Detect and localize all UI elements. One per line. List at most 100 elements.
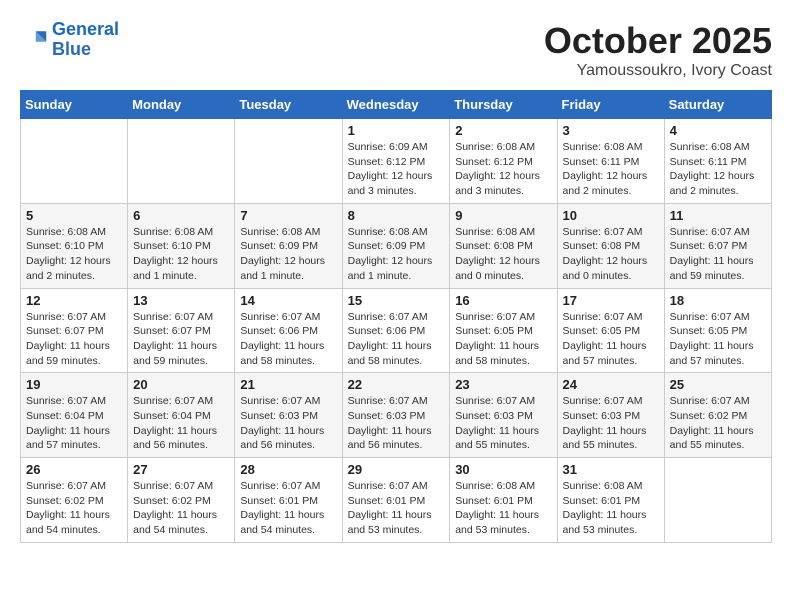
- day-number: 10: [563, 208, 659, 223]
- day-number: 9: [455, 208, 551, 223]
- day-info: Sunrise: 6:07 AM Sunset: 6:01 PM Dayligh…: [348, 479, 445, 538]
- day-number: 4: [670, 123, 766, 138]
- day-number: 25: [670, 377, 766, 392]
- day-info: Sunrise: 6:08 AM Sunset: 6:12 PM Dayligh…: [455, 140, 551, 199]
- day-info: Sunrise: 6:07 AM Sunset: 6:01 PM Dayligh…: [240, 479, 336, 538]
- calendar-cell: 18 Sunrise: 6:07 AM Sunset: 6:05 PM Dayli…: [664, 288, 771, 373]
- day-number: 18: [670, 293, 766, 308]
- logo-general: General: [52, 19, 119, 39]
- day-info: Sunrise: 6:07 AM Sunset: 6:02 PM Dayligh…: [26, 479, 122, 538]
- calendar-cell: 24 Sunrise: 6:07 AM Sunset: 6:03 PM Dayli…: [557, 373, 664, 458]
- day-number: 8: [348, 208, 445, 223]
- day-number: 24: [563, 377, 659, 392]
- day-number: 16: [455, 293, 551, 308]
- day-number: 30: [455, 462, 551, 477]
- calendar-cell: 23 Sunrise: 6:07 AM Sunset: 6:03 PM Dayli…: [450, 373, 557, 458]
- day-info: Sunrise: 6:07 AM Sunset: 6:04 PM Dayligh…: [26, 394, 122, 453]
- weekday-header: Tuesday: [235, 91, 342, 119]
- day-number: 6: [133, 208, 229, 223]
- calendar-cell: [128, 119, 235, 204]
- day-number: 13: [133, 293, 229, 308]
- calendar-cell: 17 Sunrise: 6:07 AM Sunset: 6:05 PM Dayli…: [557, 288, 664, 373]
- day-info: Sunrise: 6:07 AM Sunset: 6:06 PM Dayligh…: [240, 310, 336, 369]
- calendar-week-row: 19Sunrise: 6:07 AM Sunset: 6:04 PM Dayli…: [21, 373, 772, 458]
- calendar-cell: 10 Sunrise: 6:07 AM Sunset: 6:08 PM Dayli…: [557, 203, 664, 288]
- weekday-header: Sunday: [21, 91, 128, 119]
- calendar-week-row: 1 Sunrise: 6:09 AM Sunset: 6:12 PM Daylig…: [21, 119, 772, 204]
- day-info: Sunrise: 6:08 AM Sunset: 6:08 PM Dayligh…: [455, 225, 551, 284]
- weekday-header: Saturday: [664, 91, 771, 119]
- calendar-cell: 31 Sunrise: 6:08 AM Sunset: 6:01 PM Dayli…: [557, 458, 664, 543]
- day-info: Sunrise: 6:08 AM Sunset: 6:10 PM Dayligh…: [26, 225, 122, 284]
- calendar-cell: 30 Sunrise: 6:08 AM Sunset: 6:01 PM Dayli…: [450, 458, 557, 543]
- logo-icon: [20, 26, 48, 54]
- day-info: Sunrise: 6:07 AM Sunset: 6:05 PM Dayligh…: [670, 310, 766, 369]
- calendar-cell: 2 Sunrise: 6:08 AM Sunset: 6:12 PM Daylig…: [450, 119, 557, 204]
- day-info: Sunrise: 6:08 AM Sunset: 6:01 PM Dayligh…: [455, 479, 551, 538]
- day-info: Sunrise: 6:08 AM Sunset: 6:09 PM Dayligh…: [348, 225, 445, 284]
- day-info: Sunrise: 6:08 AM Sunset: 6:11 PM Dayligh…: [563, 140, 659, 199]
- calendar-cell: 5 Sunrise: 6:08 AM Sunset: 6:10 PM Daylig…: [21, 203, 128, 288]
- day-info: Sunrise: 6:09 AM Sunset: 6:12 PM Dayligh…: [348, 140, 445, 199]
- title-block: October 2025 Yamoussoukro, Ivory Coast: [544, 20, 772, 80]
- calendar-cell: 1 Sunrise: 6:09 AM Sunset: 6:12 PM Daylig…: [342, 119, 450, 204]
- day-info: Sunrise: 6:07 AM Sunset: 6:06 PM Dayligh…: [348, 310, 445, 369]
- day-number: 15: [348, 293, 445, 308]
- calendar-week-row: 12 Sunrise: 6:07 AM Sunset: 6:07 PM Dayli…: [21, 288, 772, 373]
- day-number: 5: [26, 208, 122, 223]
- day-number: 7: [240, 208, 336, 223]
- weekday-header: Wednesday: [342, 91, 450, 119]
- calendar-cell: 15 Sunrise: 6:07 AM Sunset: 6:06 PM Dayli…: [342, 288, 450, 373]
- day-info: Sunrise: 6:07 AM Sunset: 6:07 PM Dayligh…: [670, 225, 766, 284]
- day-info: Sunrise: 6:07 AM Sunset: 6:03 PM Dayligh…: [563, 394, 659, 453]
- day-number: 29: [348, 462, 445, 477]
- day-number: 31: [563, 462, 659, 477]
- calendar-cell: 22Sunrise: 6:07 AM Sunset: 6:03 PM Dayli…: [342, 373, 450, 458]
- calendar-cell: 25Sunrise: 6:07 AM Sunset: 6:02 PM Dayli…: [664, 373, 771, 458]
- calendar-cell: 28 Sunrise: 6:07 AM Sunset: 6:01 PM Dayli…: [235, 458, 342, 543]
- day-info: Sunrise: 6:07 AM Sunset: 6:04 PM Dayligh…: [133, 394, 229, 453]
- day-info: Sunrise: 6:08 AM Sunset: 6:11 PM Dayligh…: [670, 140, 766, 199]
- calendar-week-row: 5 Sunrise: 6:08 AM Sunset: 6:10 PM Daylig…: [21, 203, 772, 288]
- weekday-header: Monday: [128, 91, 235, 119]
- day-info: Sunrise: 6:07 AM Sunset: 6:08 PM Dayligh…: [563, 225, 659, 284]
- calendar-header: SundayMondayTuesdayWednesdayThursdayFrid…: [21, 91, 772, 119]
- day-number: 21: [240, 377, 336, 392]
- calendar-cell: 19Sunrise: 6:07 AM Sunset: 6:04 PM Dayli…: [21, 373, 128, 458]
- day-number: 20: [133, 377, 229, 392]
- day-number: 2: [455, 123, 551, 138]
- logo: General Blue: [20, 20, 119, 60]
- day-info: Sunrise: 6:07 AM Sunset: 6:05 PM Dayligh…: [455, 310, 551, 369]
- day-info: Sunrise: 6:08 AM Sunset: 6:10 PM Dayligh…: [133, 225, 229, 284]
- calendar-cell: 8 Sunrise: 6:08 AM Sunset: 6:09 PM Daylig…: [342, 203, 450, 288]
- day-number: 27: [133, 462, 229, 477]
- calendar-cell: 26 Sunrise: 6:07 AM Sunset: 6:02 PM Dayli…: [21, 458, 128, 543]
- page-header: General Blue October 2025 Yamoussoukro, …: [20, 20, 772, 80]
- day-number: 12: [26, 293, 122, 308]
- weekday-header: Thursday: [450, 91, 557, 119]
- day-number: 1: [348, 123, 445, 138]
- calendar-cell: 14Sunrise: 6:07 AM Sunset: 6:06 PM Dayli…: [235, 288, 342, 373]
- day-info: Sunrise: 6:07 AM Sunset: 6:03 PM Dayligh…: [455, 394, 551, 453]
- weekday-header: Friday: [557, 91, 664, 119]
- calendar-cell: 29 Sunrise: 6:07 AM Sunset: 6:01 PM Dayli…: [342, 458, 450, 543]
- calendar-cell: 9 Sunrise: 6:08 AM Sunset: 6:08 PM Daylig…: [450, 203, 557, 288]
- calendar-table: SundayMondayTuesdayWednesdayThursdayFrid…: [20, 90, 772, 543]
- calendar-cell: 12 Sunrise: 6:07 AM Sunset: 6:07 PM Dayli…: [21, 288, 128, 373]
- day-info: Sunrise: 6:08 AM Sunset: 6:01 PM Dayligh…: [563, 479, 659, 538]
- day-number: 17: [563, 293, 659, 308]
- calendar-cell: [235, 119, 342, 204]
- day-info: Sunrise: 6:07 AM Sunset: 6:05 PM Dayligh…: [563, 310, 659, 369]
- calendar-cell: 13Sunrise: 6:07 AM Sunset: 6:07 PM Dayli…: [128, 288, 235, 373]
- calendar-cell: 4 Sunrise: 6:08 AM Sunset: 6:11 PM Daylig…: [664, 119, 771, 204]
- day-info: Sunrise: 6:07 AM Sunset: 6:03 PM Dayligh…: [348, 394, 445, 453]
- day-info: Sunrise: 6:08 AM Sunset: 6:09 PM Dayligh…: [240, 225, 336, 284]
- calendar-cell: 27Sunrise: 6:07 AM Sunset: 6:02 PM Dayli…: [128, 458, 235, 543]
- day-number: 11: [670, 208, 766, 223]
- day-info: Sunrise: 6:07 AM Sunset: 6:07 PM Dayligh…: [26, 310, 122, 369]
- calendar-cell: [664, 458, 771, 543]
- day-number: 28: [240, 462, 336, 477]
- day-number: 23: [455, 377, 551, 392]
- day-number: 26: [26, 462, 122, 477]
- logo-text: General Blue: [52, 20, 119, 60]
